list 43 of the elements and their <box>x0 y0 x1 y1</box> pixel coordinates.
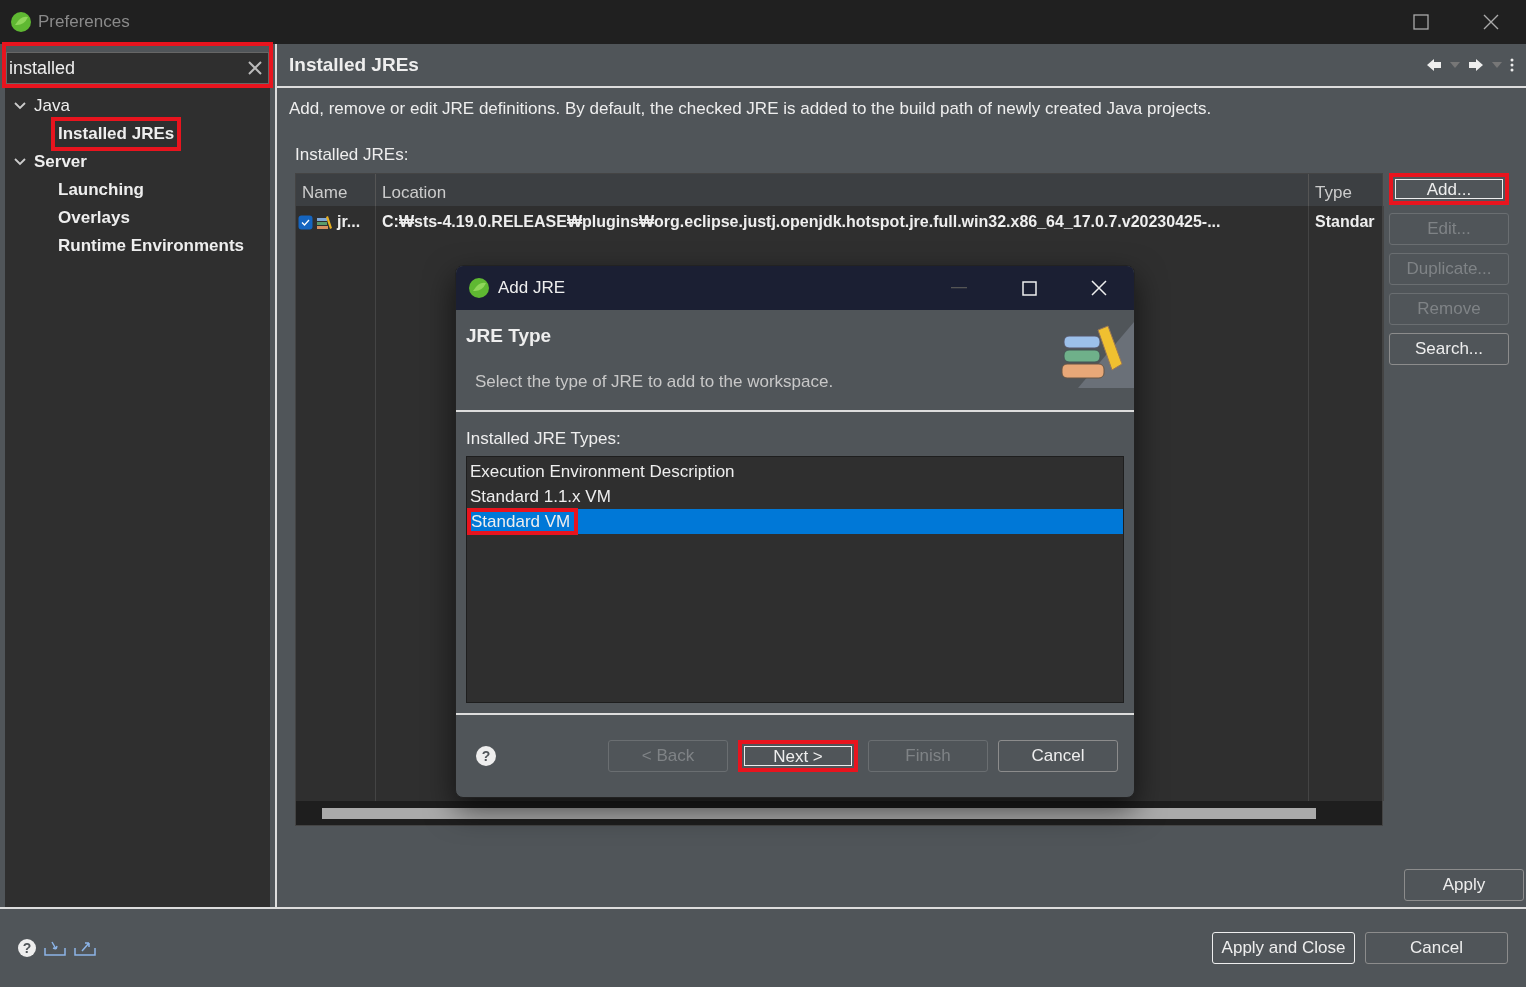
dialog-button[interactable]: Cancel <box>998 740 1118 772</box>
dialog-title: Add JRE <box>498 277 566 300</box>
app-logo-icon <box>468 277 490 299</box>
column-header[interactable]: Type <box>1309 174 1384 206</box>
tree-item[interactable]: Server <box>31 149 90 175</box>
export-icon[interactable] <box>74 940 96 956</box>
more-options-icon[interactable] <box>1510 58 1514 72</box>
books-icon <box>317 215 333 229</box>
maximize-icon[interactable] <box>1413 14 1429 30</box>
dialog-heading: JRE Type <box>466 324 553 348</box>
table-label: Installed JREs: <box>295 143 410 166</box>
horizontal-scrollbar[interactable] <box>296 801 1382 825</box>
side-button[interactable]: Add... <box>1389 173 1509 205</box>
filter-input[interactable]: installed <box>9 54 248 82</box>
import-icon[interactable] <box>44 940 66 956</box>
dialog-message: Select the type of JRE to add to the workspace. <box>475 370 835 393</box>
apply-button[interactable]: Apply <box>1404 869 1524 901</box>
list-item[interactable]: Standard 1.1.x VM <box>467 483 1123 509</box>
tree-item[interactable]: Java <box>31 93 73 119</box>
help-icon[interactable]: ? <box>18 939 36 957</box>
column-header[interactable]: Name <box>296 174 376 206</box>
list-item[interactable]: Execution Environment Description <box>467 458 1123 484</box>
list-label: Installed JRE Types: <box>466 428 622 450</box>
side-button[interactable]: Search... <box>1389 333 1509 365</box>
forward-arrow-icon[interactable] <box>1468 58 1484 72</box>
footer-button[interactable]: Cancel <box>1365 932 1508 964</box>
back-arrow-icon[interactable] <box>1426 58 1442 72</box>
app-logo-icon <box>10 11 32 33</box>
clear-icon[interactable] <box>248 61 262 75</box>
tree-item[interactable]: Installed JREs <box>51 117 182 151</box>
jre-name: jr... <box>337 212 361 232</box>
checked-checkbox[interactable] <box>298 214 313 230</box>
jre-type: Standar <box>1315 212 1376 232</box>
close-icon[interactable] <box>1483 14 1499 30</box>
jre-location: C:₩sts-4.19.0.RELEASE₩plugins₩org.eclipse.justj.openjdk.hotspot.jre.full.win32.x86_64_17.0.7.v20230425-... <box>382 212 1222 232</box>
page-title: Installed JREs <box>289 52 419 77</box>
dialog-button[interactable]: Next > <box>738 740 858 772</box>
column-header[interactable]: Location <box>376 174 1309 206</box>
footer-button[interactable]: Apply and Close <box>1212 932 1355 964</box>
help-icon[interactable]: ? <box>476 746 496 766</box>
window-title: Preferences <box>38 11 130 34</box>
page-description: Add, remove or edit JRE definitions. By default, the checked JRE is added to the build path of newly created Java projects. <box>289 98 1213 120</box>
filter-field[interactable]: installed <box>6 52 269 84</box>
